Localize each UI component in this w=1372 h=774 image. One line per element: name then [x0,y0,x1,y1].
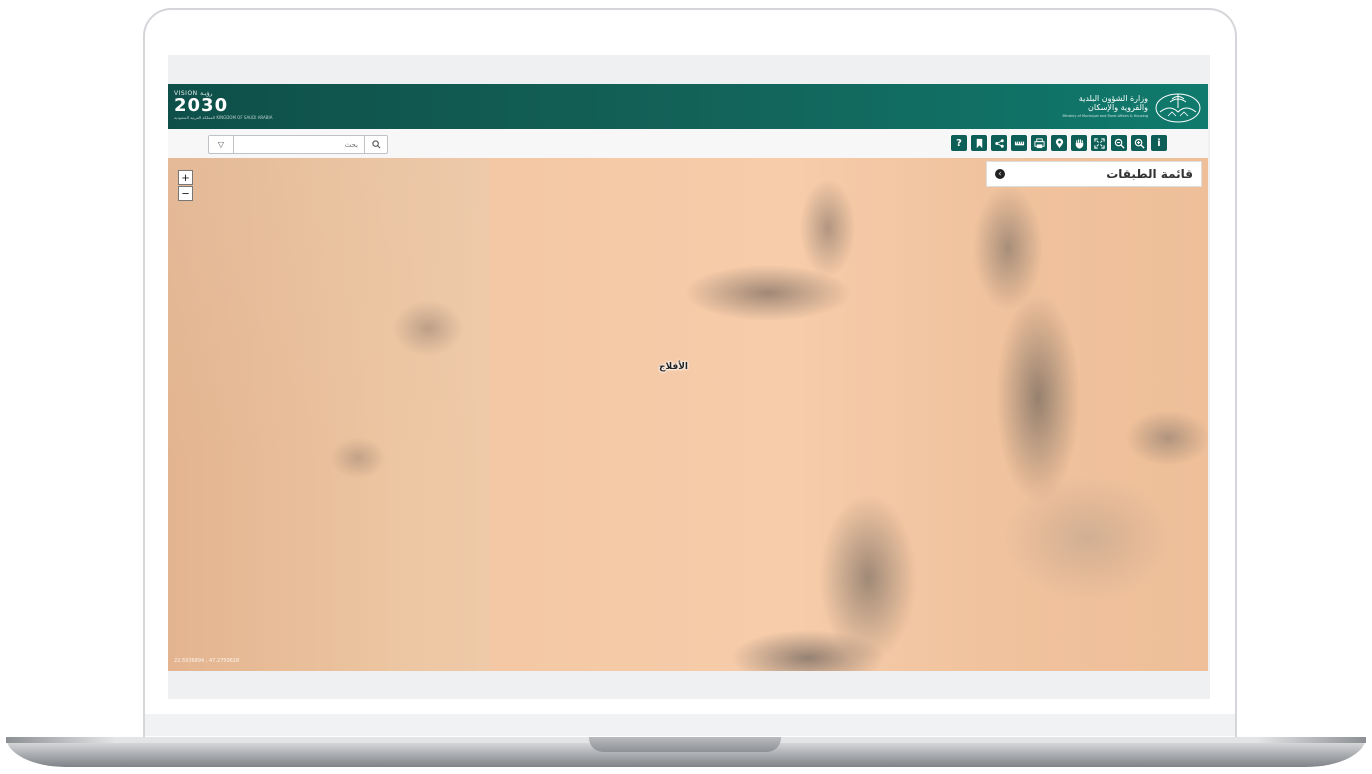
location-pin-icon[interactable] [1051,135,1067,151]
filter-dropdown-icon[interactable]: ▽ [209,136,234,153]
measure-ruler-icon[interactable] [1011,135,1027,151]
map-zoom-in-button[interactable]: + [178,170,193,185]
layers-panel-header[interactable]: ‹ قائمة الطبقات [986,161,1202,187]
satellite-map[interactable]: + − الأفلاج 22.5936894 , 47.2750618 ‹ قا… [168,158,1208,671]
laptop-notch [589,737,781,752]
map-zoom-out-button[interactable]: − [178,186,193,201]
help-icon[interactable]: ? [951,135,967,151]
share-icon[interactable] [991,135,1007,151]
ministry-logo: وزارة الشؤون البلدية والقروية والإسكان M… [1063,90,1203,124]
vision-2030-logo: VISION رؤيـة 2030 المملكة العربية السعود… [174,90,272,120]
layers-panel-title: قائمة الطبقات [1106,167,1193,181]
vision-country: المملكة العربية السعودية KINGDOM OF SAUD… [174,115,273,120]
ministry-name-english: Ministry of Municipal and Rural Affairs … [1062,113,1149,118]
bookmark-icon[interactable] [971,135,987,151]
tool-buttons: ? i [951,135,1167,151]
zoom-out-icon[interactable] [1111,135,1127,151]
map-tile-left [168,158,488,671]
ministry-name-line2: والقروية والإسكان [1088,102,1148,112]
chevron-left-icon[interactable]: ‹ [995,169,1005,179]
fullscreen-icon[interactable] [1091,135,1107,151]
app-header: VISION رؤيـة 2030 المملكة العربية السعود… [168,84,1208,129]
search-input[interactable] [234,136,364,153]
vision-year: 2030 [174,95,229,116]
print-icon[interactable] [1031,135,1047,151]
map-zoom-controls: + − [178,170,193,201]
zoom-in-icon[interactable] [1131,135,1147,151]
map-toolbar: ▽ ? i [168,129,1208,159]
pan-hand-icon[interactable] [1071,135,1087,151]
screen-bottom-strip [168,671,1210,699]
vision-label: VISION رؤيـة [174,90,213,97]
info-icon[interactable]: i [1151,135,1167,151]
coordinates-readout: 22.5936894 , 47.2750618 [174,658,240,664]
search-icon[interactable] [364,136,387,153]
search-box: ▽ [208,135,388,154]
place-label: الأفلاج [659,362,688,372]
ministry-name-line1: وزارة الشؤون البلدية [1078,93,1148,103]
laptop-chin [145,714,1235,736]
ministry-emblem-icon [1155,93,1201,123]
